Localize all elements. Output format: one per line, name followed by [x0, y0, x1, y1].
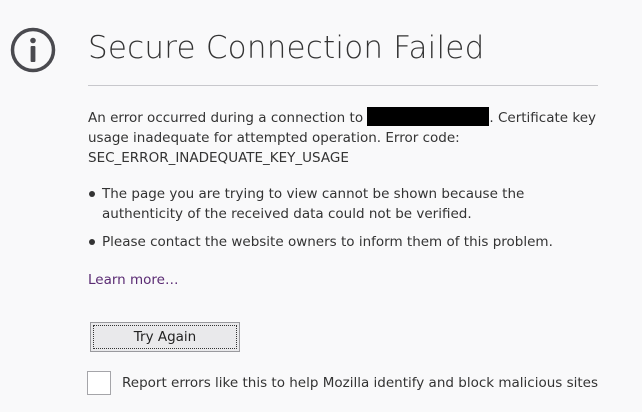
list-item-text: Please contact the website owners to inf… — [102, 234, 553, 250]
error-description: An error occurred during a connection to… — [88, 107, 608, 168]
title-divider — [88, 85, 598, 86]
report-errors-option: Report errors like this to help Mozilla … — [87, 370, 598, 396]
bullet-dot — [89, 239, 95, 245]
list-item-text: The page you are trying to view cannot b… — [102, 186, 525, 222]
error-code: SEC_ERROR_INADEQUATE_KEY_USAGE — [88, 150, 349, 166]
redacted-hostname — [367, 107, 490, 126]
try-again-button[interactable]: Try Again — [90, 322, 240, 352]
info-icon — [10, 27, 56, 73]
description-prefix: An error occurred during a connection to — [88, 110, 368, 126]
error-details-list: The page you are trying to view cannot b… — [88, 184, 608, 260]
report-errors-label[interactable]: Report errors like this to help Mozilla … — [122, 373, 598, 393]
list-item: Please contact the website owners to inf… — [88, 232, 608, 252]
learn-more-link[interactable]: Learn more… — [88, 270, 179, 290]
bullet-dot — [89, 191, 95, 197]
report-errors-checkbox[interactable] — [87, 371, 111, 395]
page-title: Secure Connection Failed — [88, 30, 485, 66]
list-item: The page you are trying to view cannot b… — [88, 184, 608, 224]
